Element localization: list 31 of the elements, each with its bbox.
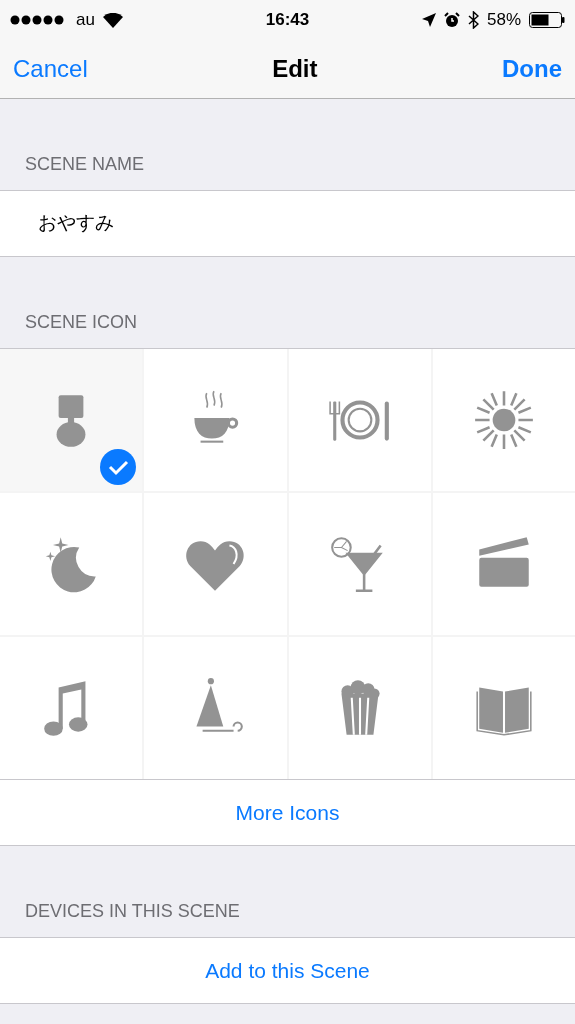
battery-percentage: 58% [486,9,521,32]
icon-tile[interactable] [144,349,287,491]
checkmark-icon [100,449,137,485]
scene-name-input[interactable]: おやすみ [38,209,538,238]
signal-icon [10,15,66,25]
icon-tile[interactable] [144,493,287,635]
icon-tile[interactable] [288,637,431,779]
icon-tile[interactable] [288,349,431,491]
done-button[interactable]: Done [502,51,562,87]
add-to-scene-button[interactable]: Add to this Scene [205,954,370,987]
icon-tile[interactable] [432,349,575,491]
section-header: DEVICES IN THIS SCENE [25,901,240,921]
battery-icon [529,12,565,28]
icon-tile[interactable] [144,637,287,779]
location-arrow-icon [421,13,436,27]
clock-time: 16:43 [265,9,310,32]
icon-tile[interactable] [0,637,143,779]
carrier-name: au [76,9,95,32]
icon-tile[interactable] [432,637,575,779]
wifi-icon [102,12,123,28]
icon-tile[interactable] [0,493,143,635]
alarm-clock-icon [443,12,460,28]
screen-title: Edit [272,54,318,84]
cancel-button[interactable]: Cancel [13,51,88,87]
bluetooth-icon [467,11,479,29]
more-icons-button[interactable]: More Icons [235,796,340,829]
icon-tile[interactable] [288,493,431,635]
section-header: SCENE NAME [25,154,145,174]
section-header: SCENE ICON [25,312,138,332]
scene-name-field[interactable]: おやすみ [0,190,575,257]
icon-tile[interactable] [432,493,575,635]
